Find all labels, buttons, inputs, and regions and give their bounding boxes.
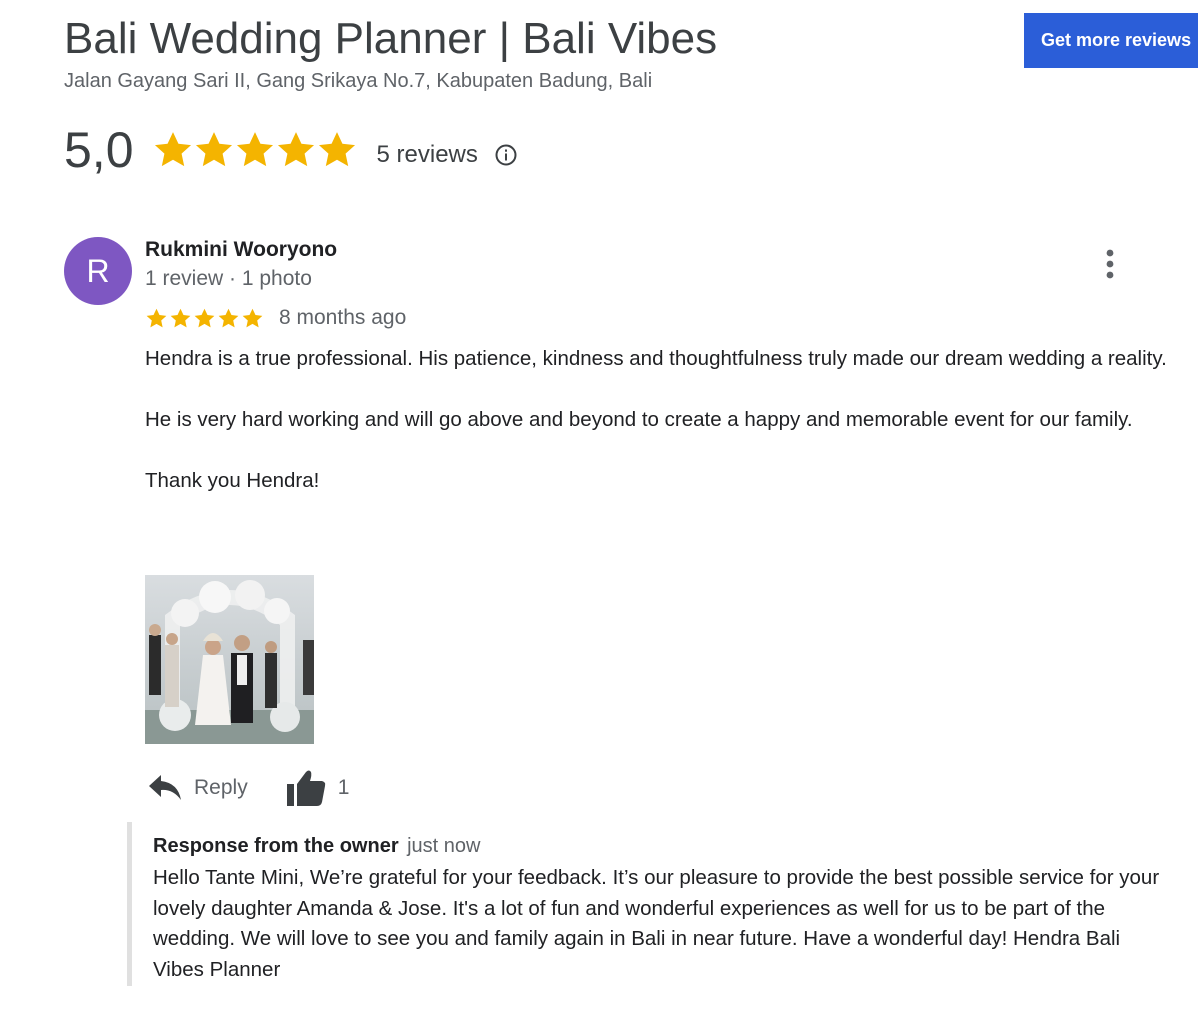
response-title: Response from the owner xyxy=(153,835,399,857)
review-paragraph: Thank you Hendra! xyxy=(145,469,320,492)
review-rating-row: 8 months ago xyxy=(145,303,406,333)
info-icon[interactable] xyxy=(494,143,518,167)
like-count: 1 xyxy=(337,776,350,799)
star-icon xyxy=(146,308,167,327)
review-text: Hendra is a true professional. His patie… xyxy=(145,344,1175,527)
review-paragraph: He is very hard working and will go abov… xyxy=(145,408,1133,431)
reviewer-meta: 1 review · 1 photo xyxy=(145,267,312,290)
business-address: Jalan Gayang Sari II, Gang Srikaya No.7,… xyxy=(64,70,653,92)
star-icon xyxy=(170,308,191,327)
rating-summary: 5,0 5 reviews xyxy=(64,118,518,182)
star-icon xyxy=(154,132,191,167)
reviews-count[interactable]: 5 reviews xyxy=(377,141,478,169)
thumbs-up-icon xyxy=(286,770,325,806)
star-icon xyxy=(242,308,263,327)
like-button[interactable]: 1 xyxy=(286,769,350,807)
star-icon xyxy=(236,132,273,167)
star-icon xyxy=(194,308,215,327)
rating-value: 5,0 xyxy=(64,122,134,178)
response-text: Hello Tante Mini, We’re grateful for you… xyxy=(153,866,1160,981)
star-icon xyxy=(277,132,314,167)
business-title: Bali Wedding Planner | Bali Vibes xyxy=(64,14,718,63)
review-photo[interactable] xyxy=(145,575,314,744)
review-time: 8 months ago xyxy=(279,306,407,329)
reply-button[interactable]: Reply xyxy=(148,773,248,803)
reply-icon xyxy=(149,775,181,800)
review-stars xyxy=(145,307,265,330)
more-options-icon[interactable] xyxy=(1096,246,1124,282)
star-icon xyxy=(318,132,355,167)
review-paragraph: Hendra is a true professional. His patie… xyxy=(145,347,1167,370)
response-header: Response from the owner just now xyxy=(153,833,1167,861)
owner-response: Response from the owner just now Hello T… xyxy=(127,822,1167,986)
reply-label: Reply xyxy=(194,776,248,799)
rating-stars xyxy=(152,129,357,171)
get-more-reviews-button[interactable]: Get more reviews xyxy=(1024,13,1198,68)
star-icon xyxy=(218,308,239,327)
response-time: just now xyxy=(407,835,481,857)
review-actions: Reply 1 xyxy=(148,768,349,808)
star-icon xyxy=(195,132,232,167)
avatar[interactable]: R xyxy=(64,237,132,305)
reviewer-name[interactable]: Rukmini Wooryono xyxy=(145,238,337,262)
